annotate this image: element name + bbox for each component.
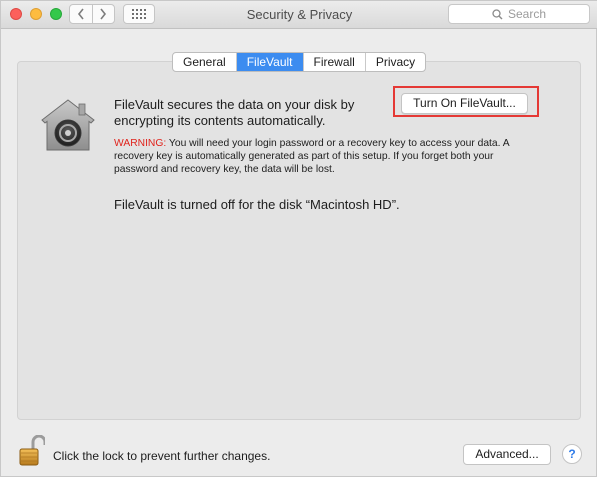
filevault-status-text: FileVault is turned off for the disk “Ma… <box>114 197 400 212</box>
search-icon <box>492 8 503 19</box>
security-privacy-window: Security & Privacy Search General FileVa… <box>0 0 597 477</box>
title-bar: Security & Privacy Search <box>1 1 597 29</box>
advanced-button[interactable]: Advanced... <box>463 444 551 465</box>
filevault-house-icon <box>41 99 95 151</box>
turn-on-filevault-button[interactable]: Turn On FileVault... <box>401 93 528 114</box>
filevault-description: FileVault secures the data on your disk … <box>114 97 355 128</box>
padlock-icon[interactable] <box>19 435 45 467</box>
help-button[interactable]: ? <box>562 444 582 464</box>
warning-text: You will need your login password or a r… <box>114 138 510 175</box>
tab-firewall[interactable]: Firewall <box>304 53 366 71</box>
tab-bar: General FileVault Firewall Privacy <box>172 52 427 72</box>
tab-privacy[interactable]: Privacy <box>366 53 425 71</box>
search-field[interactable]: Search <box>448 4 590 24</box>
warning-message: WARNING: You will need your login passwo… <box>114 137 524 176</box>
tab-general[interactable]: General <box>173 53 237 71</box>
warning-label: WARNING: <box>114 138 167 149</box>
tab-filevault[interactable]: FileVault <box>236 53 304 71</box>
search-placeholder: Search <box>507 7 547 21</box>
lock-instruction-text: Click the lock to prevent further change… <box>53 449 271 463</box>
